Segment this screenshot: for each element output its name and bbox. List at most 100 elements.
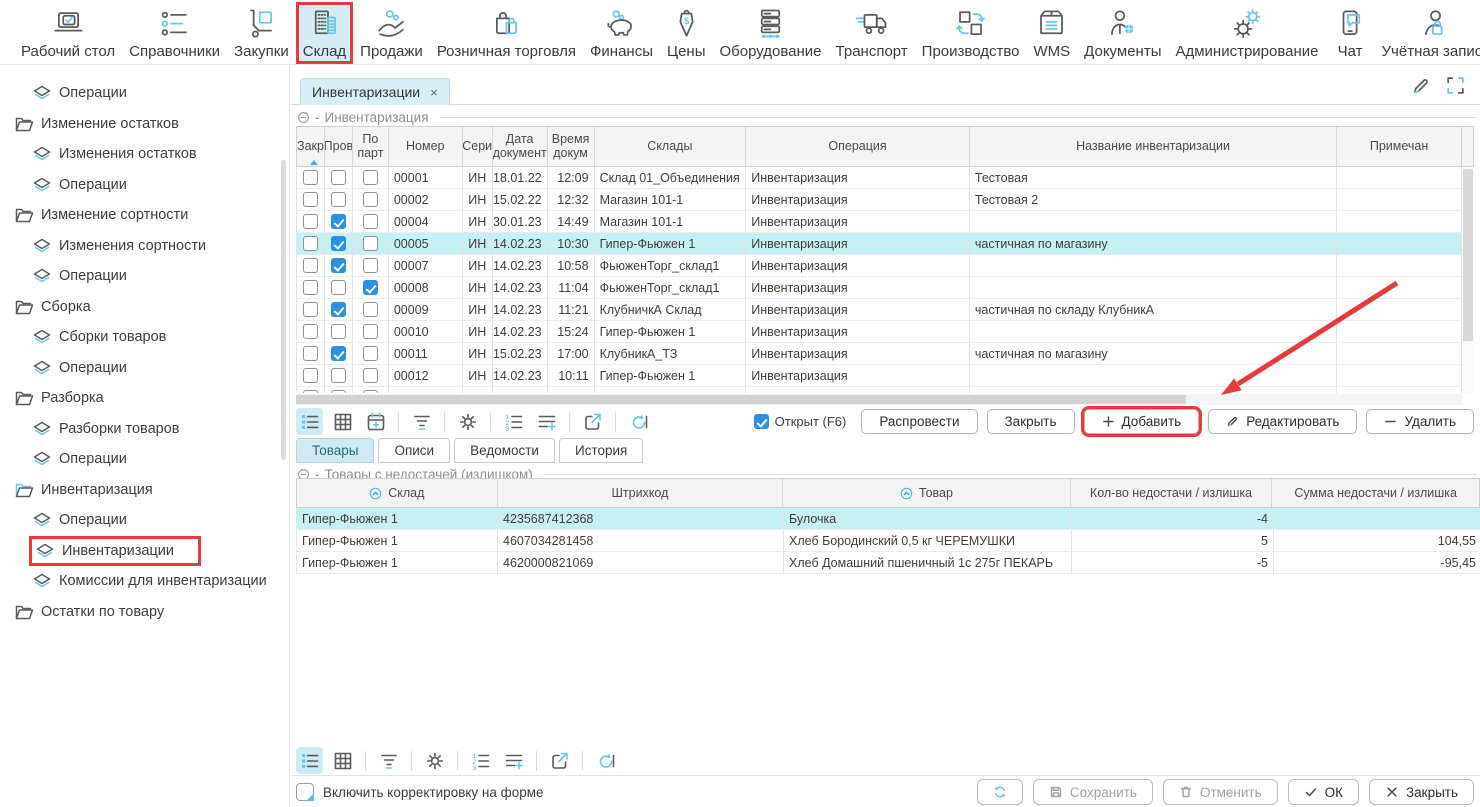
checkbox-closed[interactable]	[303, 302, 318, 317]
column-header-date[interactable]: Дата документ	[493, 127, 548, 166]
view-grid-icon[interactable]	[329, 747, 356, 774]
column-header-closed[interactable]: Закр	[297, 127, 325, 166]
sidebar-item-komissii-dlya-inventarizacii[interactable]: Комиссии для инвентаризации	[0, 566, 289, 597]
sidebar-item-operacii-4[interactable]: Операции	[0, 353, 289, 384]
dobavit-button[interactable]: Добавить	[1084, 409, 1200, 434]
checkbox-by_batch[interactable]	[363, 258, 378, 273]
collapse-icon[interactable]	[297, 111, 310, 124]
checkbox-closed[interactable]	[303, 390, 318, 393]
sidebar-item-izmenenie-ostatkov[interactable]: Изменение остатков	[0, 109, 289, 140]
sidebar-item-razborki-tovarov[interactable]: Разборки товаров	[0, 414, 289, 445]
refresh-button[interactable]	[977, 779, 1023, 805]
checkbox-by_batch[interactable]	[363, 390, 378, 393]
add-list-icon[interactable]	[533, 408, 560, 435]
sidebar-item-operacii-1[interactable]: Операции	[0, 78, 289, 109]
checkbox-by_batch[interactable]	[363, 324, 378, 339]
sidebar-item-razborka[interactable]: Разборка	[0, 383, 289, 414]
checkbox-approved[interactable]	[331, 368, 346, 383]
table-row[interactable]: 00011ИН15.02.2317:00КлубникА_ТЗИнвентари…	[297, 343, 1461, 365]
nav-item-account[interactable]: Учётная запись	[1375, 2, 1480, 64]
view-list-icon[interactable]	[296, 408, 323, 435]
checkbox-closed[interactable]	[303, 258, 318, 273]
gear-icon[interactable]	[421, 747, 448, 774]
sidebar-item-operacii-5[interactable]: Операции	[0, 444, 289, 475]
table-row[interactable]: Гипер-Фьюжен 14235687412368Булочка-4	[297, 508, 1480, 530]
nav-item-documents[interactable]: Документы	[1077, 2, 1168, 64]
checkbox-closed[interactable]	[303, 170, 318, 185]
zakryt-2-button[interactable]: Закрыть	[1369, 779, 1474, 805]
checkbox-approved[interactable]	[331, 192, 346, 207]
view-grid-icon[interactable]	[329, 408, 356, 435]
adjust-checkbox[interactable]	[296, 783, 314, 801]
add-list-icon[interactable]	[500, 747, 527, 774]
checkbox-closed[interactable]	[303, 280, 318, 295]
reload-icon[interactable]	[625, 408, 652, 435]
table-row[interactable]: 00012ИН14.02.2310:11Гипер-Фьюжен 1Инвент…	[297, 365, 1461, 387]
nav-item-wms[interactable]: WMS	[1026, 2, 1077, 64]
checkbox-by_batch[interactable]	[363, 236, 378, 251]
open-checkbox[interactable]	[754, 414, 769, 429]
vertical-scrollbar-thumb[interactable]	[1463, 169, 1473, 341]
nav-item-sales[interactable]: Продажи	[353, 2, 430, 64]
zakryt-button[interactable]: Закрыть	[987, 409, 1075, 434]
view-list-icon[interactable]	[296, 747, 323, 774]
tab-vedomosti[interactable]: Ведомости	[454, 438, 555, 463]
horizontal-scrollbar-thumb[interactable]	[296, 395, 1186, 404]
sohranit-button[interactable]: Сохранить	[1033, 779, 1153, 805]
checkbox-by_batch[interactable]	[363, 368, 378, 383]
sidebar-item-operacii-6[interactable]: Операции	[0, 505, 289, 536]
filter-icon[interactable]	[375, 747, 402, 774]
checkbox-approved[interactable]	[331, 236, 346, 251]
column-header-warehouse[interactable]: Склады	[595, 127, 747, 166]
column-header-warehouse[interactable]: Склад	[297, 479, 498, 507]
tab-opisi[interactable]: Описи	[378, 438, 450, 463]
sidebar-item-izmeneniya-sortnosti[interactable]: Изменения сортности	[0, 231, 289, 262]
tab-inventarizacii[interactable]: Инвентаризации ×	[300, 78, 450, 105]
table-row[interactable]: 00009ИН14.02.2311:21КлубничкА СкладИнвен…	[297, 299, 1461, 321]
sidebar-item-operacii-2[interactable]: Операции	[0, 170, 289, 201]
udalit-button[interactable]: Удалить	[1366, 409, 1474, 434]
checkbox-by_batch[interactable]	[363, 170, 378, 185]
close-icon[interactable]: ×	[430, 86, 438, 99]
checkbox-approved[interactable]	[331, 302, 346, 317]
sidebar-item-izmenenie-sortnosti[interactable]: Изменение сортности	[0, 200, 289, 231]
sidebar-item-sborki-tovarov[interactable]: Сборки товаров	[0, 322, 289, 353]
checkbox-approved[interactable]	[331, 170, 346, 185]
column-header-time[interactable]: Время докум	[548, 127, 595, 166]
numbered-list-icon[interactable]: 123	[500, 408, 527, 435]
sidebar-item-izmeneniya-ostatkov[interactable]: Изменения остатков	[0, 139, 289, 170]
tab-istoriya[interactable]: История	[559, 438, 643, 463]
checkbox-closed[interactable]	[303, 346, 318, 361]
checkbox-by_batch[interactable]	[363, 214, 378, 229]
external-link-icon[interactable]	[579, 408, 606, 435]
checkbox-by_batch[interactable]	[363, 302, 378, 317]
checkbox-approved[interactable]	[331, 258, 346, 273]
checkbox-by_batch[interactable]	[363, 280, 378, 295]
table-row[interactable]: 00008ИН14.02.2311:04ФьюженТорг_склад1Инв…	[297, 277, 1461, 299]
redaktirovat-button[interactable]: Редактировать	[1208, 409, 1357, 434]
table-row[interactable]: Гипер-Фьюжен 14607034281458Хлеб Бородинс…	[297, 530, 1480, 552]
checkbox-by_batch[interactable]	[363, 346, 378, 361]
reload-icon[interactable]	[592, 747, 619, 774]
column-header-barcode[interactable]: Штрихкод	[498, 479, 784, 507]
checkbox-closed[interactable]	[303, 192, 318, 207]
nav-item-finance[interactable]: Финансы	[583, 2, 660, 64]
nav-item-retail[interactable]: Розничная торговля	[430, 2, 583, 64]
column-header-sum[interactable]: Сумма недостачи / излишка	[1272, 479, 1479, 507]
nav-item-transport[interactable]: Транспорт	[829, 2, 915, 64]
column-header-qty[interactable]: Кол-во недостачи / излишка	[1071, 479, 1273, 507]
nav-item-chat[interactable]: Чат	[1326, 2, 1375, 64]
external-link-icon[interactable]	[546, 747, 573, 774]
ok-button[interactable]: ОК	[1288, 779, 1359, 805]
column-header-product[interactable]: Товар	[783, 479, 1071, 507]
numbered-list-icon[interactable]: 123	[467, 747, 494, 774]
nav-item-warehouse[interactable]: Склад	[296, 2, 353, 64]
nav-item-desktop[interactable]: Рабочий стол	[14, 2, 122, 64]
sidebar-item-operacii-3[interactable]: Операции	[0, 261, 289, 292]
checkbox-approved[interactable]	[331, 346, 346, 361]
sidebar-item-inventarizaciya[interactable]: Инвентаризация	[0, 475, 289, 506]
column-header-name[interactable]: Название инвентаризации	[970, 127, 1337, 166]
otmenit-button[interactable]: Отменить	[1163, 779, 1278, 805]
nav-item-equipment[interactable]: Оборудование	[713, 2, 829, 64]
column-header-number[interactable]: Номер	[389, 127, 463, 166]
